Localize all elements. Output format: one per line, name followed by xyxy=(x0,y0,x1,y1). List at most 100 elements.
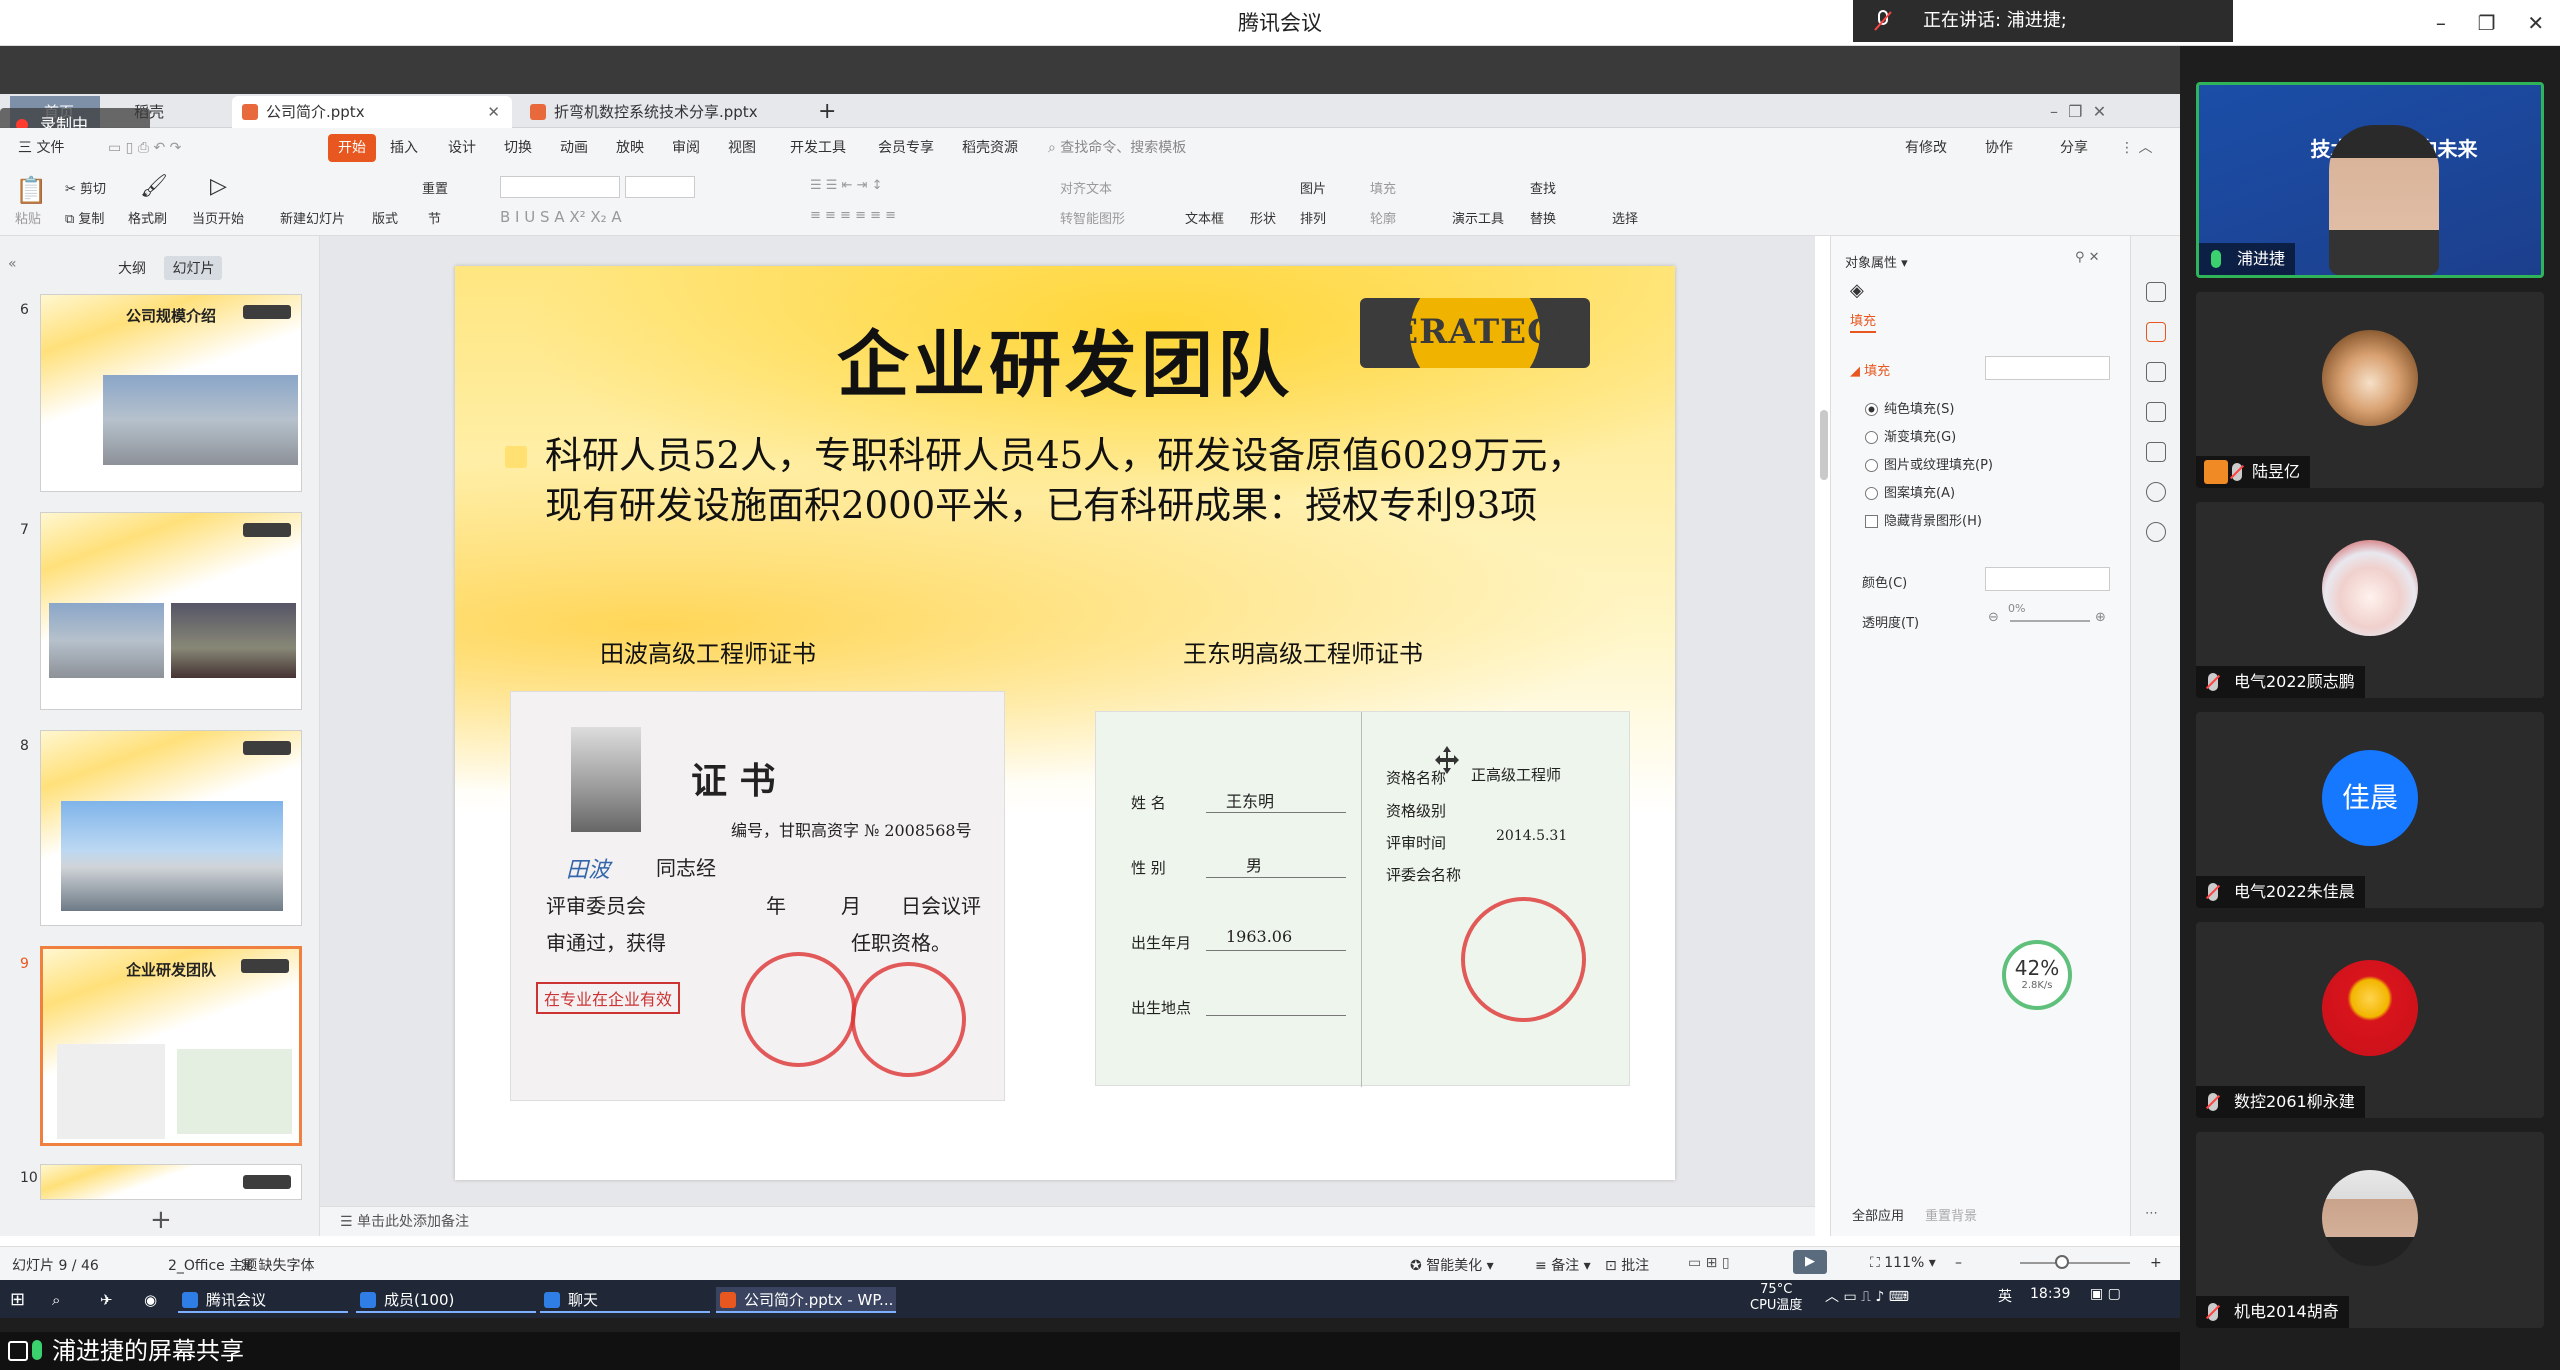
menu-home[interactable]: 开始 xyxy=(328,134,376,162)
slide-body-text[interactable]: 科研人员52人，专职科研人员45人，研发设备原值6029万元，现有研发设施面积2… xyxy=(545,431,1605,531)
restore-icon[interactable]: ❐ xyxy=(2478,11,2496,35)
apply-all-button[interactable]: 全部应用 xyxy=(1852,1205,1904,1224)
tab-close-icon[interactable]: ✕ xyxy=(487,96,500,128)
cut-button[interactable]: ✂ 剪切 xyxy=(65,178,106,197)
tab-outline[interactable]: 大纲 xyxy=(110,256,154,280)
wps-window-controls[interactable]: – ❐ ✕ xyxy=(2050,96,2170,128)
picture-button[interactable]: 图片 xyxy=(1300,178,1326,197)
tab-cnc-share[interactable]: 折弯机数控系统技术分享.pptx xyxy=(520,96,810,128)
collapse-panel-icon[interactable]: « xyxy=(8,256,17,272)
reset-button[interactable]: 重置 xyxy=(422,178,448,197)
close-icon[interactable]: ✕ xyxy=(2527,11,2544,35)
paste-icon[interactable]: 📋 xyxy=(15,176,47,206)
replace-button[interactable]: 替换 xyxy=(1530,208,1556,227)
taskbar-chat[interactable]: 聊天 xyxy=(540,1287,710,1313)
command-search[interactable]: ⌕ 查找命令、搜索模板 xyxy=(1048,134,1186,162)
help-icon[interactable] xyxy=(2146,522,2166,542)
font-size-select[interactable] xyxy=(625,176,695,198)
clock[interactable]: 18:39 xyxy=(2030,1286,2070,1302)
ime-indicator[interactable]: 英 xyxy=(1998,1286,2012,1306)
file-menu[interactable]: 三 文件 xyxy=(18,134,64,162)
tab-company-intro[interactable]: 公司简介.pptx ✕ xyxy=(232,96,512,128)
menu-review[interactable]: 审阅 xyxy=(672,134,700,162)
taskbar-wps[interactable]: 公司简介.pptx - WP... xyxy=(716,1287,896,1313)
participant-tile[interactable]: 佳晨 电气2022朱佳晨 xyxy=(2196,712,2544,908)
hide-background-checkbox[interactable]: 隐藏背景图形(H) xyxy=(1865,510,1982,529)
taskbar-members[interactable]: 成员(100) xyxy=(356,1287,536,1313)
canvas-scrollbar[interactable] xyxy=(1820,410,1828,480)
taskbar-tencent-meeting[interactable]: 腾讯会议 xyxy=(178,1287,348,1313)
color-select[interactable] xyxy=(1985,567,2110,591)
tray-icons[interactable]: ︿ ▭ ⎍ ♪ ⌨ xyxy=(1825,1286,1909,1306)
slide-thumbnail[interactable] xyxy=(40,1164,302,1200)
menu-insert[interactable]: 插入 xyxy=(390,134,418,162)
design-icon[interactable] xyxy=(2146,442,2166,462)
properties-icon[interactable] xyxy=(2146,322,2166,342)
participant-tile[interactable]: 机电2014胡奇 xyxy=(2196,1132,2544,1328)
fill-button[interactable]: 填充 xyxy=(1370,178,1396,197)
slide-thumbnail-selected[interactable]: 企业研发团队 xyxy=(40,946,302,1146)
play-slideshow-button[interactable]: ▶ xyxy=(1793,1250,1827,1274)
transition-icon[interactable] xyxy=(2146,402,2166,422)
shapes-button[interactable]: 形状 xyxy=(1250,208,1276,227)
props-pin-close-icons[interactable]: ⚲ ✕ xyxy=(2075,250,2100,265)
participant-tile[interactable]: 电气2022顾志鹏 xyxy=(2196,502,2544,698)
zoom-out-icon[interactable]: – xyxy=(1955,1255,1962,1271)
menu-slideshow[interactable]: 放映 xyxy=(616,134,644,162)
fill-bucket-icon[interactable]: ◈ xyxy=(1850,280,1864,301)
certificate-right[interactable]: 姓 名 王东明 性 别 男 出生年月 1963.06 出生地点 资格名称 正高级… xyxy=(1095,711,1630,1087)
app-icon[interactable]: ✈ xyxy=(94,1287,113,1313)
menu-member[interactable]: 会员专享 xyxy=(878,134,934,162)
transparency-minus-icon[interactable]: ⊖ xyxy=(1988,610,1999,625)
new-tab-button[interactable]: + xyxy=(808,96,848,128)
option-solid-fill[interactable]: 纯色填充(S) xyxy=(1865,398,1954,417)
animation-icon[interactable] xyxy=(2146,362,2166,382)
notes-area[interactable]: ☰ 单击此处添加备注 xyxy=(320,1206,1815,1236)
caption-right[interactable]: 王东明高级工程师证书 xyxy=(1183,634,1423,669)
style-icon[interactable] xyxy=(2146,282,2166,302)
tab-fill[interactable]: 填充 xyxy=(1850,310,1877,333)
collaborate-button[interactable]: 协作 xyxy=(1985,134,2013,162)
list-buttons[interactable]: ☰ ☰ ⇤ ⇥ ↕ xyxy=(810,178,883,193)
minimize-icon[interactable]: – xyxy=(2436,11,2446,35)
option-pattern-fill[interactable]: 图案填充(A) xyxy=(1865,482,1955,501)
slide-thumbnail[interactable] xyxy=(40,512,302,710)
sidebar-more-icon[interactable]: ⋯ xyxy=(2145,1206,2158,1221)
show-desktop-icon[interactable]: ▣ ▢ xyxy=(2090,1286,2121,1302)
menu-design[interactable]: 设计 xyxy=(448,134,476,162)
font-name-select[interactable] xyxy=(500,176,620,198)
align-buttons[interactable]: ≡ ≡ ≡ ≡ ≡ ≡ xyxy=(810,208,896,223)
format-painter-button[interactable]: 格式刷 xyxy=(128,208,167,227)
transparency-plus-icon[interactable]: ⊕ xyxy=(2095,610,2106,625)
zoom-slider[interactable] xyxy=(2020,1262,2130,1264)
more-icon[interactable]: ⋮ ︿ xyxy=(2120,134,2152,162)
transparency-slider[interactable] xyxy=(2010,620,2090,622)
option-gradient-fill[interactable]: 渐变填充(G) xyxy=(1865,426,1956,445)
caption-left[interactable]: 田波高级工程师证书 xyxy=(600,634,816,669)
slide-thumbnail[interactable] xyxy=(40,730,302,926)
menu-developer[interactable]: 开发工具 xyxy=(790,134,846,162)
new-slide-button[interactable]: 新建幻灯片 xyxy=(280,208,345,227)
select-button[interactable]: 选择 xyxy=(1612,208,1638,227)
chrome-icon[interactable]: ◉ xyxy=(138,1287,157,1313)
align-text-button[interactable]: 对齐文本 xyxy=(1060,178,1112,197)
zoom-in-icon[interactable]: + xyxy=(2150,1255,2162,1271)
menu-transition[interactable]: 切换 xyxy=(504,134,532,162)
slide-thumbnail[interactable]: 公司规模介绍 xyxy=(40,294,302,492)
slide[interactable]: 企业研发团队 DERATECH 科研人员52人，专职科研人员45人，研发设备原值… xyxy=(455,266,1675,1180)
paste-button[interactable]: 粘贴 xyxy=(15,208,41,227)
view-mode-buttons[interactable]: ▭ ⊞ ▯ xyxy=(1688,1255,1730,1271)
menu-animation[interactable]: 动画 xyxy=(560,134,588,162)
textbox-button[interactable]: 文本框 xyxy=(1185,208,1224,227)
comments-toggle[interactable]: ⊡ 批注 xyxy=(1605,1255,1649,1275)
outline-button[interactable]: 轮廓 xyxy=(1370,208,1396,227)
certificate-left[interactable]: 证 书 编号，甘职高资字 № 2008568号 田波 同志经 评审委员会 年 月… xyxy=(510,691,1005,1101)
add-slide-button[interactable]: + xyxy=(150,1205,172,1235)
option-picture-fill[interactable]: 图片或纹理填充(P) xyxy=(1865,454,1993,473)
menu-view[interactable]: 视图 xyxy=(728,134,756,162)
quick-access-icons[interactable]: ▭ ▯ ⎙ ↶ ↷ xyxy=(108,134,181,162)
fill-section-header[interactable]: ◢ 填充 xyxy=(1850,360,1890,379)
reset-background-button[interactable]: 重置背景 xyxy=(1925,1205,1977,1224)
share-button[interactable]: 分享 xyxy=(2060,134,2088,162)
presenter-tools-button[interactable]: 演示工具 xyxy=(1452,208,1504,227)
